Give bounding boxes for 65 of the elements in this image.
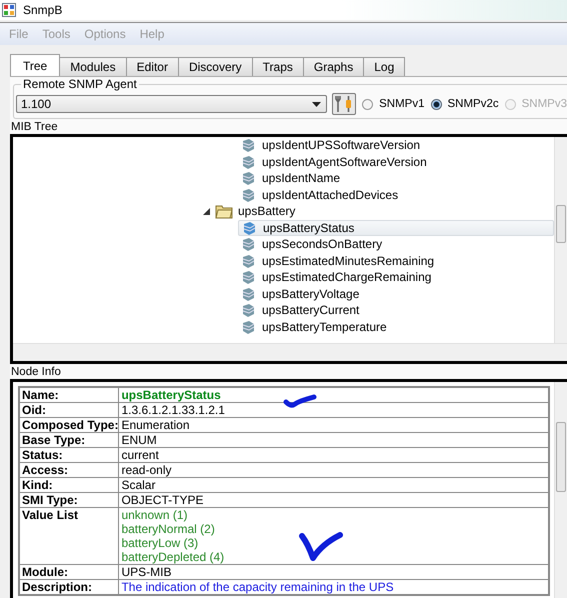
window-title: SnmpB <box>23 3 62 17</box>
tree-folder[interactable]: upsBattery <box>203 203 296 220</box>
table-cell: OBJECT-TYPE <box>118 492 549 508</box>
table-cell: Kind: <box>19 478 119 492</box>
tree-item[interactable]: upsIdentUPSSoftwareVersion <box>238 137 554 154</box>
tree-item[interactable]: upsIdentName <box>238 170 554 186</box>
agent-dropdown[interactable]: 1.100 <box>16 95 328 113</box>
horizontal-scrollbar[interactable] <box>13 343 567 361</box>
tab[interactable]: Log <box>363 57 406 76</box>
version-radio[interactable]: SNMPv2c <box>430 98 499 110</box>
table-cell: ENUM <box>118 432 549 448</box>
layers-icon <box>240 236 256 252</box>
table-cell: UPS-MIB <box>118 564 549 580</box>
table-cell: Status: <box>19 448 119 462</box>
tree-item[interactable]: upsIdentAgentSoftwareVersion <box>238 154 554 170</box>
table-cell: Base Type: <box>19 432 119 448</box>
tab[interactable]: Discovery <box>178 57 253 76</box>
table-cell: Scalar <box>118 478 549 492</box>
table-cell: Value List <box>19 508 119 564</box>
vertical-scrollbar[interactable] <box>554 382 567 598</box>
table-cell: 1.3.6.1.2.1.33.1.2.1 <box>118 402 549 418</box>
table-cell: Access: <box>19 462 119 478</box>
layers-icon <box>240 269 256 286</box>
layers-icon <box>240 252 256 269</box>
tree-item[interactable]: upsIdentAttachedDevices <box>238 186 554 203</box>
section-label: Node Info <box>11 366 61 378</box>
table-cell: Oid: <box>19 402 119 418</box>
expand-arrow-icon[interactable] <box>203 208 210 215</box>
layers-icon <box>240 286 256 302</box>
table-cell: Name: <box>19 387 119 402</box>
layers-icon <box>240 154 256 170</box>
check-mark <box>283 394 317 408</box>
layers-icon <box>240 137 256 154</box>
table-cell: SMI Type: <box>19 492 119 508</box>
tab[interactable]: Graphs <box>302 57 364 76</box>
tools-button[interactable] <box>332 93 356 115</box>
layers-icon <box>241 220 257 236</box>
section-label: MIB Tree <box>11 121 58 133</box>
group-label: Remote SNMP Agent <box>21 77 139 91</box>
tree-item[interactable]: upsSecondsOnBattery <box>238 236 554 252</box>
table-cell: read-only <box>118 462 549 478</box>
layers-icon <box>240 318 256 335</box>
grid-icon <box>2 3 16 17</box>
check-mark <box>298 532 344 562</box>
folder-icon <box>215 203 233 220</box>
tree-item[interactable]: upsBatteryTemperature <box>238 318 554 335</box>
tree-item[interactable]: upsEstimatedMinutesRemaining <box>238 252 554 269</box>
tab[interactable]: Modules <box>59 57 127 76</box>
table-cell: Composed Type: <box>19 418 119 432</box>
table-cell: unknown (1) batteryNormal (2) batteryLow (3) batteryDepleted (4) <box>118 508 549 564</box>
caret-icon <box>312 102 322 106</box>
table-cell: Module: <box>19 564 119 580</box>
vertical-scrollbar[interactable] <box>554 137 567 344</box>
table-cell: Enumeration <box>118 418 549 432</box>
tab[interactable]: Editor <box>126 57 179 76</box>
layers-icon <box>240 302 256 318</box>
tab[interactable]: Tree <box>10 54 60 76</box>
tab[interactable]: Traps <box>252 57 304 76</box>
tree-item[interactable]: upsBatteryCurrent <box>238 302 554 318</box>
tree-item[interactable]: upsEstimatedChargeRemaining <box>238 269 554 286</box>
layers-icon <box>240 186 256 203</box>
layers-icon <box>240 170 256 186</box>
version-radio[interactable]: SNMPv1 <box>362 98 424 110</box>
tree-item[interactable]: upsBatteryVoltage <box>238 286 554 302</box>
tree-item[interactable]: upsBatteryStatus <box>238 220 554 236</box>
